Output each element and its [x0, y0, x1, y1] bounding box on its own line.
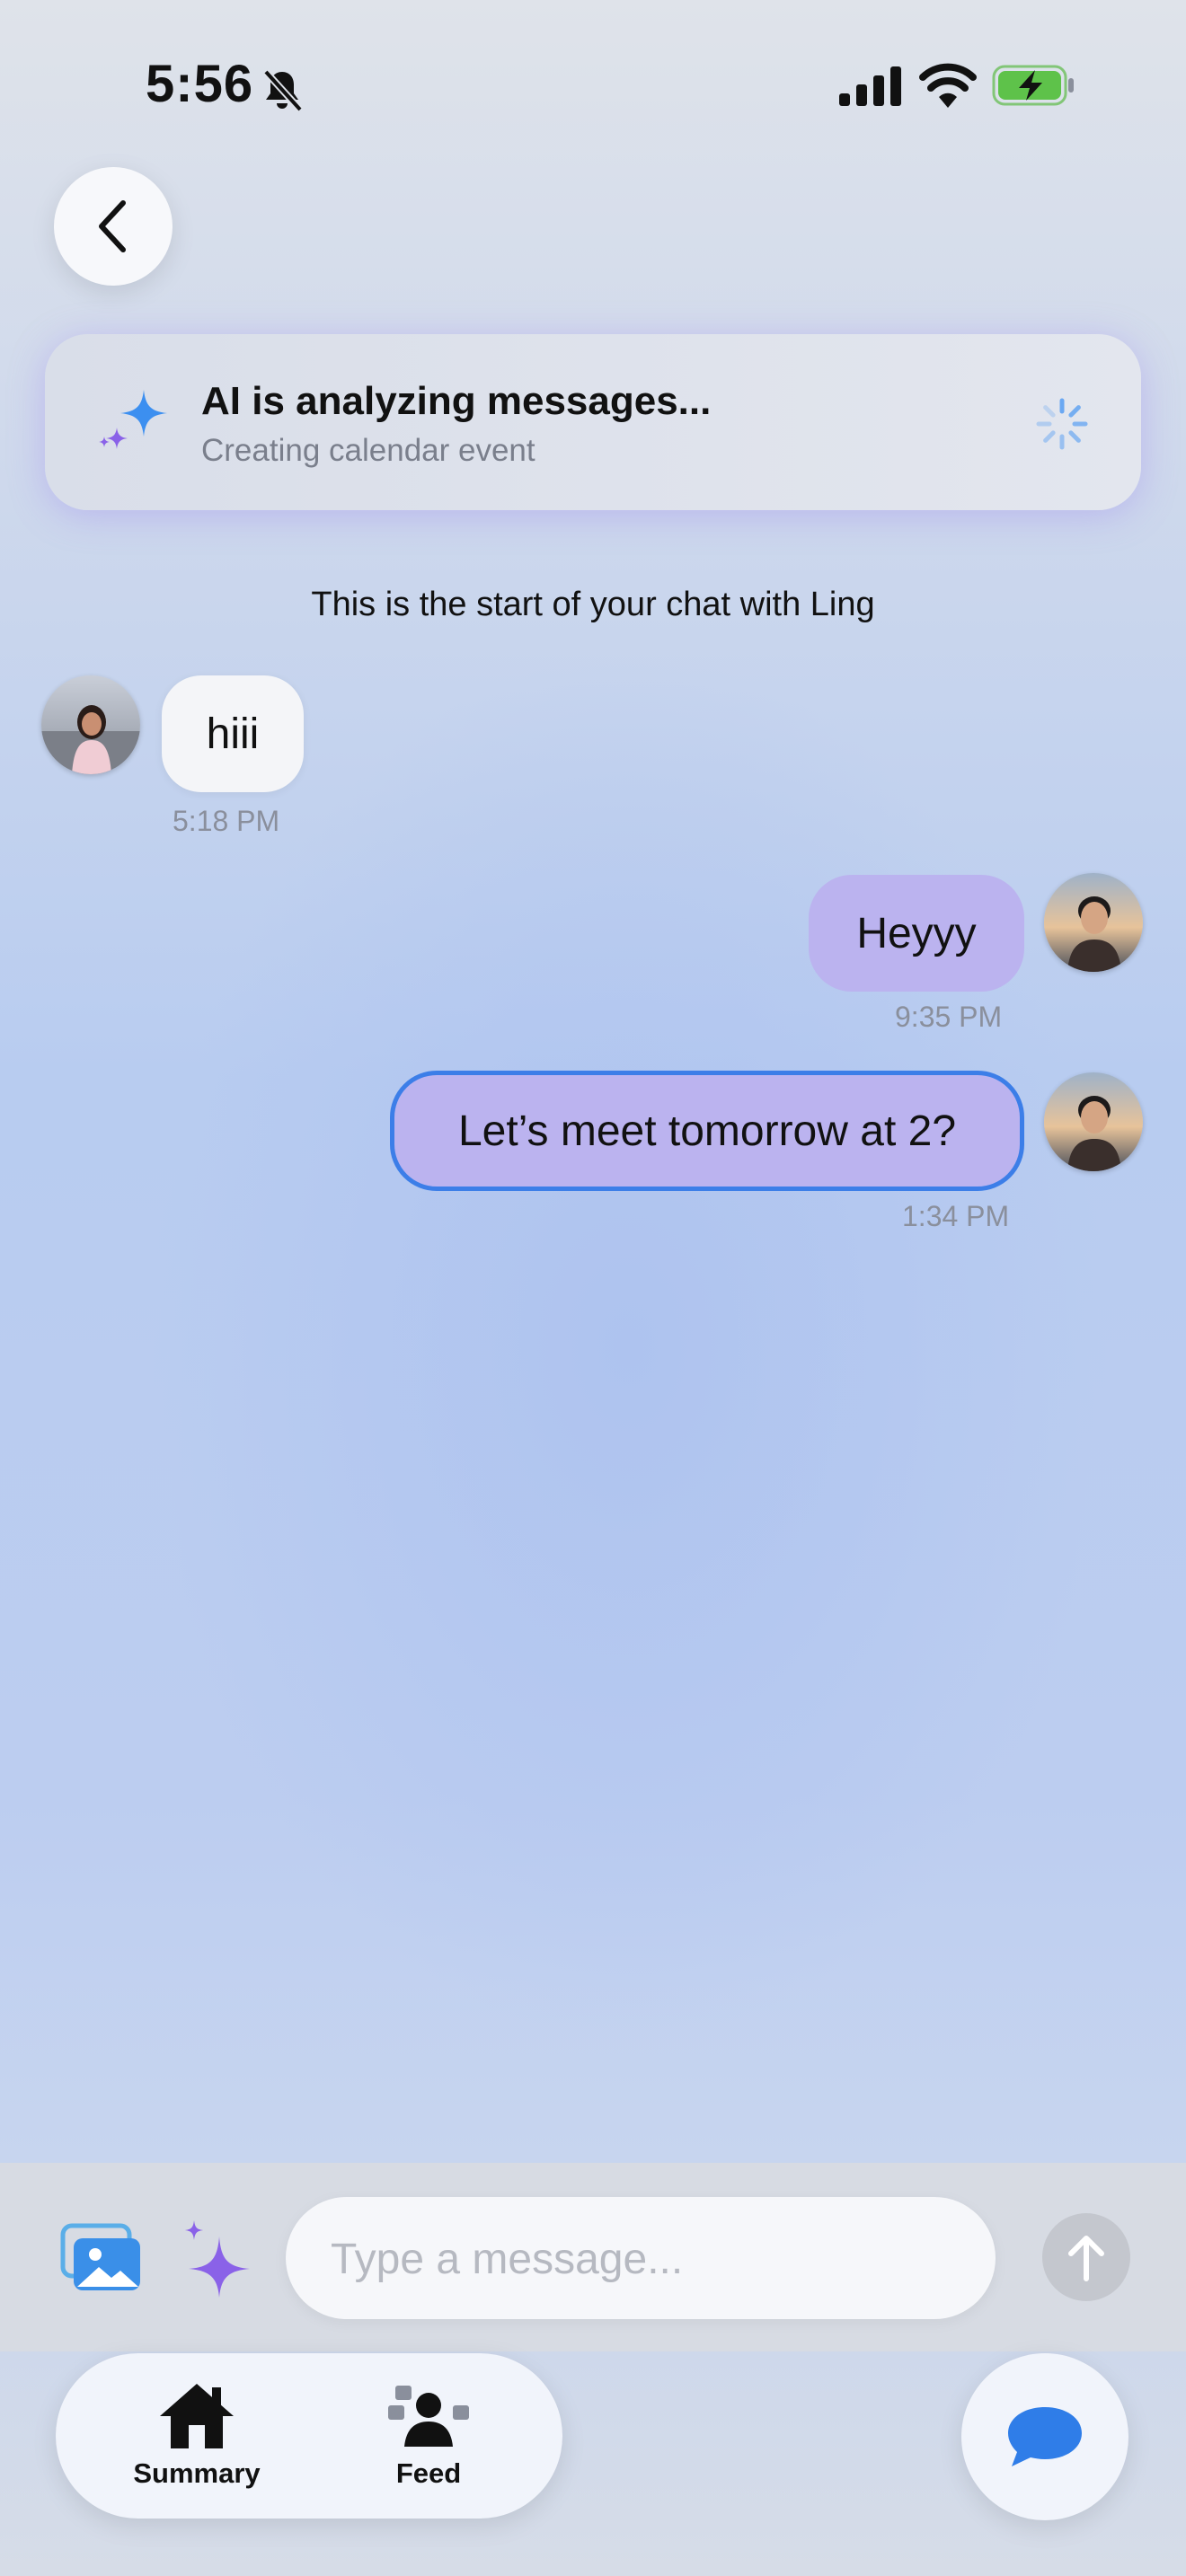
message-input-placeholder: Type a message...: [331, 2236, 684, 2283]
ai-status-subtitle: Creating calendar event: [201, 433, 535, 468]
message-time: 9:35 PM: [895, 1001, 1003, 1033]
tab-feed[interactable]: Feed: [325, 2353, 532, 2519]
message-bubble-outgoing[interactable]: Heyyy: [809, 875, 1024, 992]
user-avatar[interactable]: [1044, 1072, 1143, 1171]
house-icon: [160, 2384, 234, 2448]
chat-start-notice: This is the start of your chat with Ling: [311, 586, 875, 623]
message-bubble-incoming[interactable]: hiii: [162, 675, 304, 792]
ai-sparkle-icon: [99, 390, 167, 449]
battery-charging-icon: [992, 65, 1074, 106]
chat-button[interactable]: [961, 2353, 1128, 2520]
arrow-up-icon: [1068, 2236, 1104, 2281]
chevron-left-icon: [99, 200, 126, 252]
back-button[interactable]: [54, 167, 173, 286]
cellular-signal-icon: [839, 66, 901, 106]
user-avatar[interactable]: [1044, 873, 1143, 972]
status-time: 5:56: [146, 55, 254, 113]
tab-summary[interactable]: Summary: [93, 2353, 300, 2519]
chat-bubble-icon: [1008, 2407, 1082, 2466]
bottom-tab-bar: Summary Feed: [56, 2353, 562, 2519]
wifi-icon: [919, 63, 977, 108]
loading-spinner-icon: [1036, 398, 1088, 450]
tab-feed-label: Feed: [395, 2457, 462, 2489]
send-button[interactable]: [1042, 2213, 1130, 2301]
photo-library-icon[interactable]: [59, 2222, 144, 2294]
people-icon: [388, 2386, 469, 2447]
contact-avatar[interactable]: [41, 675, 140, 774]
tab-summary-label: Summary: [133, 2457, 261, 2489]
bell-muted-icon: [263, 69, 303, 112]
ai-status-title: AI is analyzing messages...: [201, 379, 712, 423]
ai-sparkle-button[interactable]: [180, 2219, 252, 2298]
message-bubble-outgoing-selected[interactable]: Let’s meet tomorrow at 2?: [390, 1071, 1024, 1191]
message-time: 5:18 PM: [173, 805, 280, 837]
message-time: 1:34 PM: [902, 1200, 1010, 1232]
